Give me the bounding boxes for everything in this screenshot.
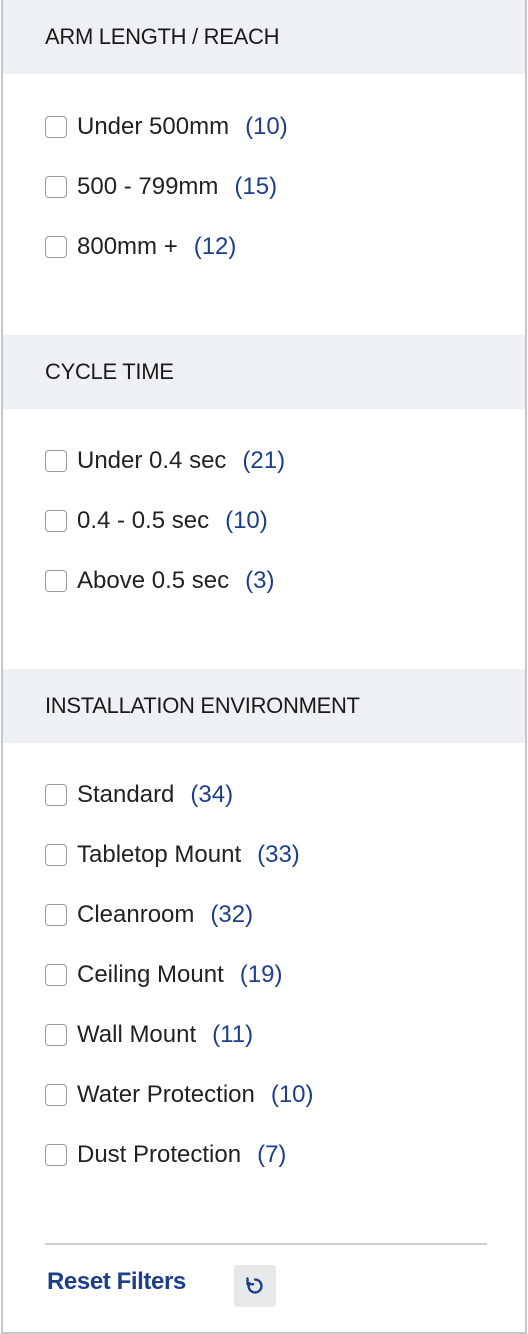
option-count: (34) bbox=[190, 781, 234, 808]
filter-option-ceiling-mount[interactable]: Ceiling Mount (19) bbox=[45, 955, 282, 995]
option-count: (10) bbox=[225, 507, 268, 534]
option-label: Ceiling Mount bbox=[77, 961, 224, 988]
filter-option-dust-protection[interactable]: Dust Protection (7) bbox=[45, 1135, 286, 1175]
option-label: Wall Mount bbox=[77, 1021, 197, 1048]
section-title: ARM LENGTH / REACH bbox=[45, 24, 280, 49]
option-count: (12) bbox=[193, 233, 237, 260]
option-label: Under 0.4 sec bbox=[77, 447, 227, 474]
filter-option-tabletop-mount[interactable]: Tabletop Mount (33) bbox=[45, 835, 300, 875]
option-label: Cleanroom bbox=[77, 901, 195, 928]
section-title: CYCLE TIME bbox=[45, 359, 174, 384]
filter-option-cleanroom[interactable]: Cleanroom (32) bbox=[45, 895, 253, 935]
checkbox[interactable] bbox=[45, 510, 67, 532]
filter-option-under-0.4-sec[interactable]: Under 0.4 sec (21) bbox=[45, 441, 285, 481]
checkbox[interactable] bbox=[45, 1084, 67, 1106]
option-count: (10) bbox=[270, 1081, 314, 1108]
filter-option-under-500mm[interactable]: Under 500mm (10) bbox=[45, 107, 288, 147]
option-count: (21) bbox=[242, 447, 286, 474]
reset-filters-button[interactable] bbox=[234, 1265, 276, 1307]
checkbox[interactable] bbox=[45, 176, 67, 198]
option-label: Water Protection bbox=[77, 1081, 255, 1108]
checkbox[interactable] bbox=[45, 964, 67, 986]
checkbox[interactable] bbox=[45, 1144, 67, 1166]
reset-filters-link[interactable]: Reset Filters bbox=[47, 1268, 186, 1296]
footer-divider bbox=[45, 1243, 487, 1245]
option-count: (10) bbox=[245, 113, 288, 140]
option-label: 800mm + bbox=[77, 233, 178, 260]
option-count: (3) bbox=[245, 567, 275, 594]
option-count: (33) bbox=[257, 841, 300, 868]
option-count: (15) bbox=[234, 173, 278, 200]
option-label: 500 - 799mm bbox=[77, 173, 219, 200]
refresh-icon bbox=[246, 1277, 263, 1294]
filter-option-800mm-plus[interactable]: 800mm + (12) bbox=[45, 227, 236, 267]
filter-option-0.4-0.5-sec[interactable]: 0.4 - 0.5 sec (10) bbox=[45, 501, 268, 541]
checkbox[interactable] bbox=[45, 784, 67, 806]
option-label: Under 500mm bbox=[77, 113, 230, 140]
section-header-installation-environment: INSTALLATION ENVIRONMENT bbox=[3, 669, 525, 743]
filter-option-standard[interactable]: Standard (34) bbox=[45, 775, 233, 815]
section-header-arm-length: ARM LENGTH / REACH bbox=[3, 0, 525, 74]
filter-option-wall-mount[interactable]: Wall Mount (11) bbox=[45, 1015, 253, 1055]
checkbox[interactable] bbox=[45, 1024, 67, 1046]
option-count: (11) bbox=[212, 1021, 254, 1048]
filter-panel: ARM LENGTH / REACH Under 500mm (10) 500 … bbox=[1, 0, 527, 1334]
checkbox[interactable] bbox=[45, 236, 67, 258]
option-count: (19) bbox=[239, 961, 283, 988]
option-label: Tabletop Mount bbox=[77, 841, 242, 868]
filter-option-water-protection[interactable]: Water Protection (10) bbox=[45, 1075, 314, 1115]
section-header-cycle-time: CYCLE TIME bbox=[3, 335, 525, 409]
checkbox[interactable] bbox=[45, 570, 67, 592]
filter-option-500-799mm[interactable]: 500 - 799mm (15) bbox=[45, 167, 277, 207]
section-title: INSTALLATION ENVIRONMENT bbox=[45, 693, 360, 718]
option-label: 0.4 - 0.5 sec bbox=[77, 507, 210, 534]
checkbox[interactable] bbox=[45, 904, 67, 926]
option-label: Standard bbox=[77, 781, 175, 808]
option-count: (7) bbox=[257, 1141, 287, 1168]
checkbox[interactable] bbox=[45, 450, 67, 472]
option-count: (32) bbox=[210, 901, 254, 928]
option-label: Above 0.5 sec bbox=[77, 567, 230, 594]
checkbox[interactable] bbox=[45, 844, 67, 866]
filter-option-above-0.5-sec[interactable]: Above 0.5 sec (3) bbox=[45, 561, 274, 601]
checkbox[interactable] bbox=[45, 116, 67, 138]
option-label: Dust Protection bbox=[77, 1141, 242, 1168]
